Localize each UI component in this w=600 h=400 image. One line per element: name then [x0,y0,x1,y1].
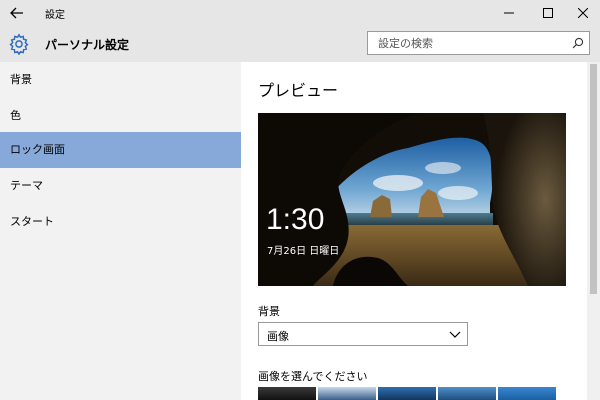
sidebar-item-themes[interactable]: テーマ [0,168,241,204]
sidebar: 背景 色 ロック画面 テーマ スタート [0,62,241,400]
background-label: 背景 [258,305,280,318]
back-arrow-icon [10,7,23,19]
chevron-down-icon [449,331,461,338]
picture-thumbnail[interactable] [318,387,376,400]
sidebar-item-background[interactable]: 背景 [0,62,241,98]
sidebar-item-start[interactable]: スタート [0,204,241,240]
back-button[interactable] [4,2,30,24]
sidebar-item-label: ロック画面 [10,143,65,156]
close-button[interactable] [566,0,600,26]
sidebar-item-colors[interactable]: 色 [0,98,241,134]
maximize-button[interactable] [531,0,565,26]
picture-thumbnail[interactable] [258,387,316,400]
scrollbar[interactable] [587,62,600,400]
sidebar-item-label: 色 [10,109,21,122]
minimize-button[interactable] [492,0,526,26]
background-dropdown[interactable]: 画像 [258,322,468,346]
main-content: プレビュー 1:30 7月26日 日曜日 背景 画像 画像を選んでください [241,62,587,400]
search-input[interactable] [368,32,564,54]
picture-thumbnail[interactable] [498,387,556,400]
minimize-icon [504,12,514,14]
scrollbar-thumb[interactable] [590,64,597,294]
search-box[interactable] [367,31,590,55]
lock-screen-image [258,113,566,286]
title-bar: 設定 [0,0,600,26]
background-dropdown-value: 画像 [267,330,289,343]
gear-icon [9,33,29,55]
lock-screen-date: 7月26日 日曜日 [267,246,340,257]
app-title: 設定 [45,10,65,21]
sidebar-item-label: スタート [10,215,54,228]
page-title: パーソナル設定 [45,38,130,52]
sidebar-item-label: 背景 [10,73,32,86]
sidebar-item-lock-screen[interactable]: ロック画面 [0,132,241,168]
sidebar-item-label: テーマ [10,179,43,192]
choose-picture-label: 画像を選んでください [258,370,368,383]
lock-screen-preview: 1:30 7月26日 日曜日 [258,113,566,286]
settings-header: パーソナル設定 [0,26,600,62]
close-icon [578,8,588,18]
maximize-icon [543,8,553,18]
picture-thumbnails [258,387,578,400]
picture-thumbnail[interactable] [438,387,496,400]
picture-thumbnail[interactable] [378,387,436,400]
search-icon[interactable] [572,37,584,49]
preview-heading: プレビュー [258,81,339,100]
lock-screen-time: 1:30 [266,203,325,236]
